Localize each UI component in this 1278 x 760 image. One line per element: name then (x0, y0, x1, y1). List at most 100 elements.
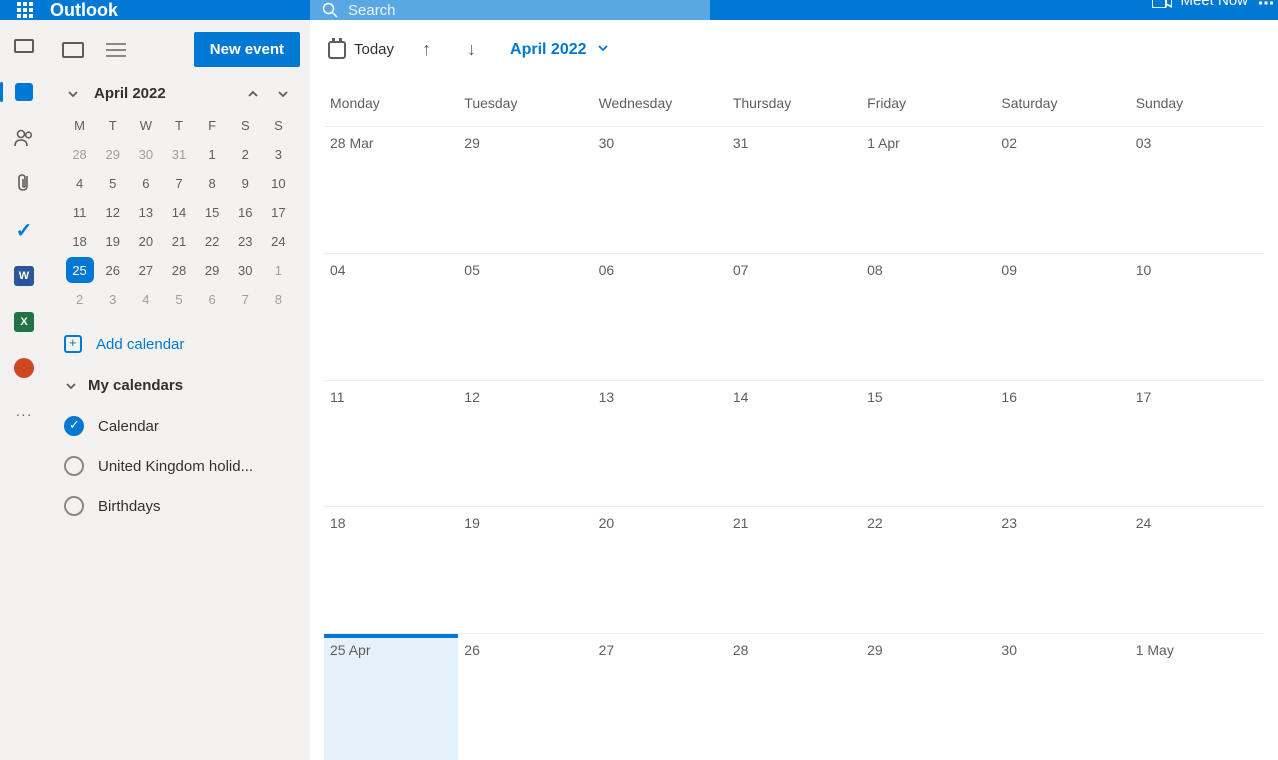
calendar-item[interactable]: United Kingdom holid... (58, 446, 300, 486)
mini-day[interactable]: 2 (230, 141, 261, 168)
mini-day[interactable]: 17 (263, 199, 294, 226)
mini-day[interactable]: 28 (64, 141, 95, 168)
today-button[interactable]: Today (328, 41, 394, 59)
mini-day[interactable]: 30 (230, 257, 261, 284)
calendar-day[interactable]: 31 (727, 127, 861, 253)
month-selector[interactable]: April 2022 (510, 41, 608, 59)
mini-day[interactable]: 15 (197, 199, 228, 226)
calendar-day[interactable]: 29 (861, 634, 995, 760)
calendar-day[interactable]: 08 (861, 254, 995, 380)
mini-day[interactable]: 24 (263, 228, 294, 255)
mini-day[interactable]: 16 (230, 199, 261, 226)
calendar-day[interactable]: 10 (1130, 254, 1264, 380)
calendar-day[interactable]: 12 (458, 381, 592, 507)
new-event-button[interactable]: New event (194, 32, 300, 67)
add-calendar-button[interactable]: Add calendar (64, 335, 300, 353)
mini-day[interactable]: 3 (97, 286, 128, 313)
chevron-down-icon[interactable] (66, 87, 80, 101)
mini-day[interactable]: 27 (130, 257, 161, 284)
calendar-day[interactable]: 24 (1130, 507, 1264, 633)
calendar-day[interactable]: 07 (727, 254, 861, 380)
mini-day[interactable]: 26 (97, 257, 128, 284)
calendar-day[interactable]: 23 (995, 507, 1129, 633)
mini-day[interactable]: 1 (197, 141, 228, 168)
mini-day[interactable]: 31 (163, 141, 194, 168)
mini-day[interactable]: 29 (197, 257, 228, 284)
mini-day[interactable]: 28 (163, 257, 194, 284)
mini-day[interactable]: 5 (163, 286, 194, 313)
calendar-day[interactable]: 26 (458, 634, 592, 760)
mini-day[interactable]: 22 (197, 228, 228, 255)
calendar-checkbox[interactable] (64, 456, 84, 476)
mini-day[interactable]: 3 (263, 141, 294, 168)
mini-day[interactable]: 30 (130, 141, 161, 168)
calendar-day[interactable]: 25 Apr (324, 634, 458, 760)
calendar-item[interactable]: Birthdays (58, 486, 300, 526)
calendar-day[interactable]: 17 (1130, 381, 1264, 507)
calendar-day[interactable]: 30 (593, 127, 727, 253)
mini-day[interactable]: 13 (130, 199, 161, 226)
mini-day[interactable]: 1 (263, 257, 294, 284)
calendar-day[interactable]: 11 (324, 381, 458, 507)
calendar-day[interactable]: 21 (727, 507, 861, 633)
calendar-day[interactable]: 15 (861, 381, 995, 507)
rail-todo[interactable]: ✓ (12, 218, 36, 242)
rail-files[interactable] (12, 172, 36, 196)
mini-day[interactable]: 11 (64, 199, 95, 226)
mini-day[interactable]: 5 (97, 170, 128, 197)
more-apps-icon[interactable] (1259, 0, 1273, 15)
mini-day[interactable]: 10 (263, 170, 294, 197)
next-arrow-icon[interactable]: ↓ (459, 35, 484, 64)
arrow-up-icon[interactable] (246, 87, 260, 101)
mini-day[interactable]: 4 (64, 170, 95, 197)
mini-day[interactable]: 29 (97, 141, 128, 168)
mini-day[interactable]: 23 (230, 228, 261, 255)
calendar-day[interactable]: 19 (458, 507, 592, 633)
my-calendars-header[interactable]: My calendars (58, 371, 300, 400)
calendar-day[interactable]: 28 (727, 634, 861, 760)
arrow-down-icon[interactable] (276, 87, 290, 101)
mini-day[interactable]: 9 (230, 170, 261, 197)
mini-day[interactable]: 7 (230, 286, 261, 313)
calendar-day[interactable]: 14 (727, 381, 861, 507)
calendar-day[interactable]: 29 (458, 127, 592, 253)
calendar-checkbox[interactable] (64, 496, 84, 516)
calendar-day[interactable]: 22 (861, 507, 995, 633)
calendar-checkbox[interactable] (64, 416, 84, 436)
calendar-day[interactable]: 09 (995, 254, 1129, 380)
mail-outline-icon[interactable] (62, 42, 84, 58)
calendar-day[interactable]: 18 (324, 507, 458, 633)
mini-day[interactable]: 8 (197, 170, 228, 197)
calendar-day[interactable]: 16 (995, 381, 1129, 507)
calendar-item[interactable]: Calendar (58, 406, 300, 446)
mini-day[interactable]: 21 (163, 228, 194, 255)
mini-day[interactable]: 14 (163, 199, 194, 226)
calendar-day[interactable]: 04 (324, 254, 458, 380)
search-box[interactable] (310, 0, 710, 26)
mini-day[interactable]: 18 (64, 228, 95, 255)
calendar-day[interactable]: 13 (593, 381, 727, 507)
calendar-day[interactable]: 20 (593, 507, 727, 633)
mini-day[interactable]: 20 (130, 228, 161, 255)
calendar-day[interactable]: 03 (1130, 127, 1264, 253)
mini-day[interactable]: 19 (97, 228, 128, 255)
calendar-day[interactable]: 05 (458, 254, 592, 380)
mini-day[interactable]: 6 (130, 170, 161, 197)
search-input[interactable] (348, 2, 698, 19)
rail-calendar[interactable] (12, 80, 36, 104)
meet-now-button[interactable]: Meet Now (1152, 0, 1248, 9)
rail-mail[interactable] (12, 34, 36, 58)
mini-day[interactable]: 12 (97, 199, 128, 226)
hamburger-icon[interactable] (106, 43, 126, 57)
rail-more[interactable]: ··· (12, 402, 36, 426)
calendar-day[interactable]: 06 (593, 254, 727, 380)
app-launcher-icon[interactable] (15, 0, 35, 20)
rail-powerpoint[interactable] (12, 356, 36, 380)
calendar-day[interactable]: 1 Apr (861, 127, 995, 253)
rail-word[interactable]: W (12, 264, 36, 288)
rail-excel[interactable]: X (12, 310, 36, 334)
mini-day[interactable]: 4 (130, 286, 161, 313)
rail-people[interactable] (12, 126, 36, 150)
mini-day[interactable]: 2 (64, 286, 95, 313)
mini-day[interactable]: 7 (163, 170, 194, 197)
